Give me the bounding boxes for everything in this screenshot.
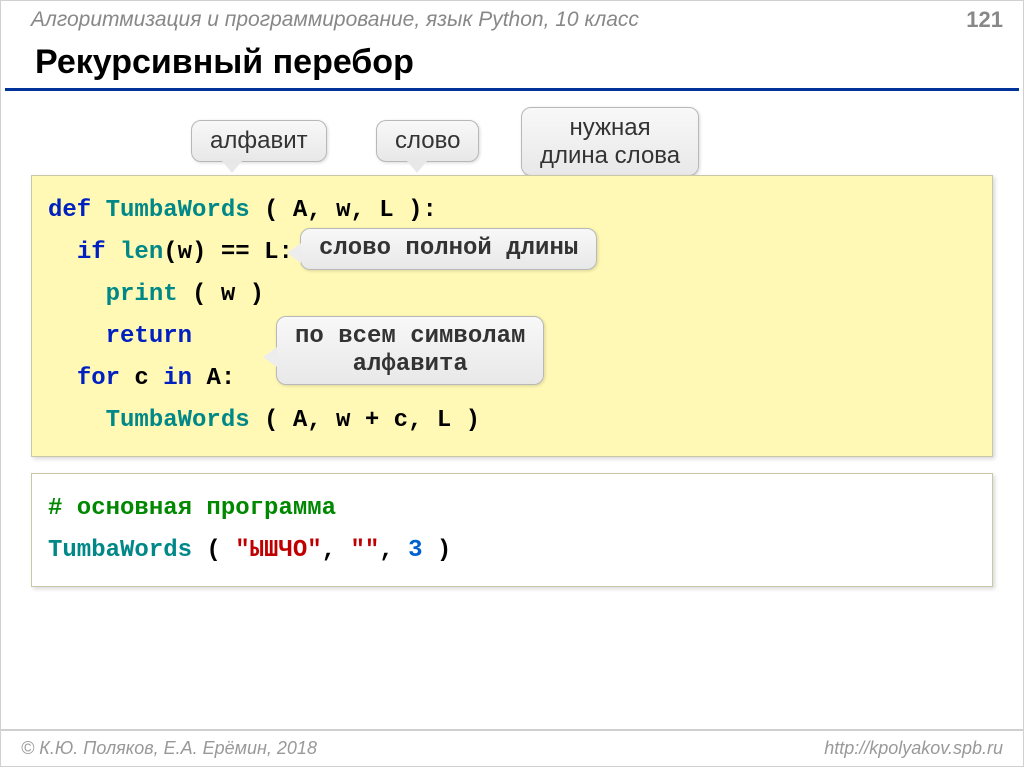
code-block-function: слово полной длины по всем символам алфа… (31, 175, 993, 457)
callout-word: слово (376, 120, 479, 162)
slide-header: Алгоритмизация и программирование, язык … (1, 1, 1023, 39)
callout-length: нужная длина слова (521, 107, 699, 176)
code-line: print ( w ) (48, 274, 976, 316)
code-line: TumbaWords ( "ЫШЧО", "", 3 ) (48, 530, 976, 572)
callout-allchars: по всем символам алфавита (276, 316, 544, 385)
code-line: # основная программа (48, 488, 976, 530)
code-block-main: # основная программа TumbaWords ( "ЫШЧО"… (31, 473, 993, 587)
top-callouts: алфавит слово нужная длина слова (31, 111, 993, 171)
callout-alphabet: алфавит (191, 120, 327, 162)
slide-title: Рекурсивный перебор (5, 39, 1019, 91)
callout-fullword: слово полной длины (300, 228, 597, 270)
slide-footer: © К.Ю. Поляков, Е.А. Ерёмин, 2018 http:/… (1, 729, 1023, 766)
slide-content: алфавит слово нужная длина слова слово п… (1, 91, 1023, 587)
code-line: def TumbaWords ( A, w, L ): (48, 190, 976, 232)
footer-url: http://kpolyakov.spb.ru (824, 738, 1003, 759)
page-number: 121 (966, 7, 1003, 33)
code-line: TumbaWords ( A, w + c, L ) (48, 400, 976, 442)
subject-text: Алгоритмизация и программирование, язык … (31, 8, 639, 32)
copyright: © К.Ю. Поляков, Е.А. Ерёмин, 2018 (21, 738, 317, 759)
